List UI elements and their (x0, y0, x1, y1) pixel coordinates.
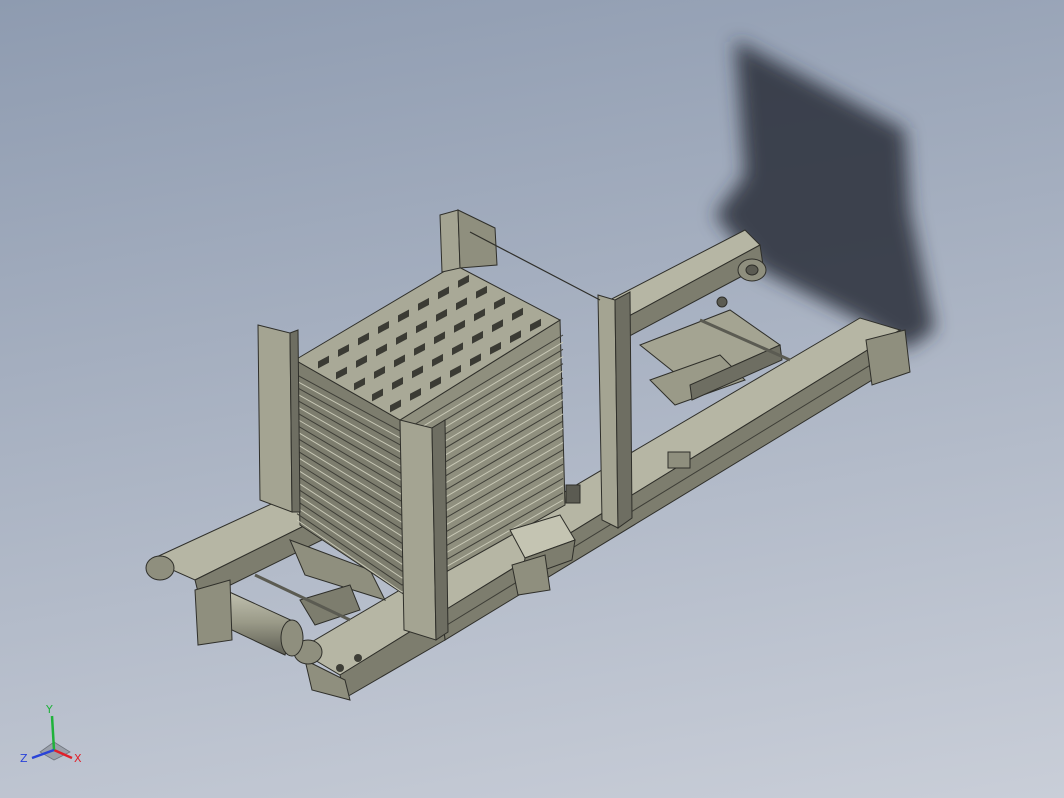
x-axis-label: X (74, 752, 82, 765)
z-axis-label: Z (20, 752, 28, 765)
cad-model-scene[interactable] (0, 0, 1064, 798)
cad-viewport[interactable]: X Y Z (0, 0, 1064, 798)
y-axis-label: Y (45, 703, 53, 716)
model-shadow (715, 40, 935, 350)
right-guide-post[interactable] (597, 291, 633, 529)
left-guide-plate[interactable] (257, 324, 301, 513)
coordinate-triad[interactable]: X Y Z (18, 700, 90, 772)
front-guide-plate[interactable] (399, 419, 449, 641)
